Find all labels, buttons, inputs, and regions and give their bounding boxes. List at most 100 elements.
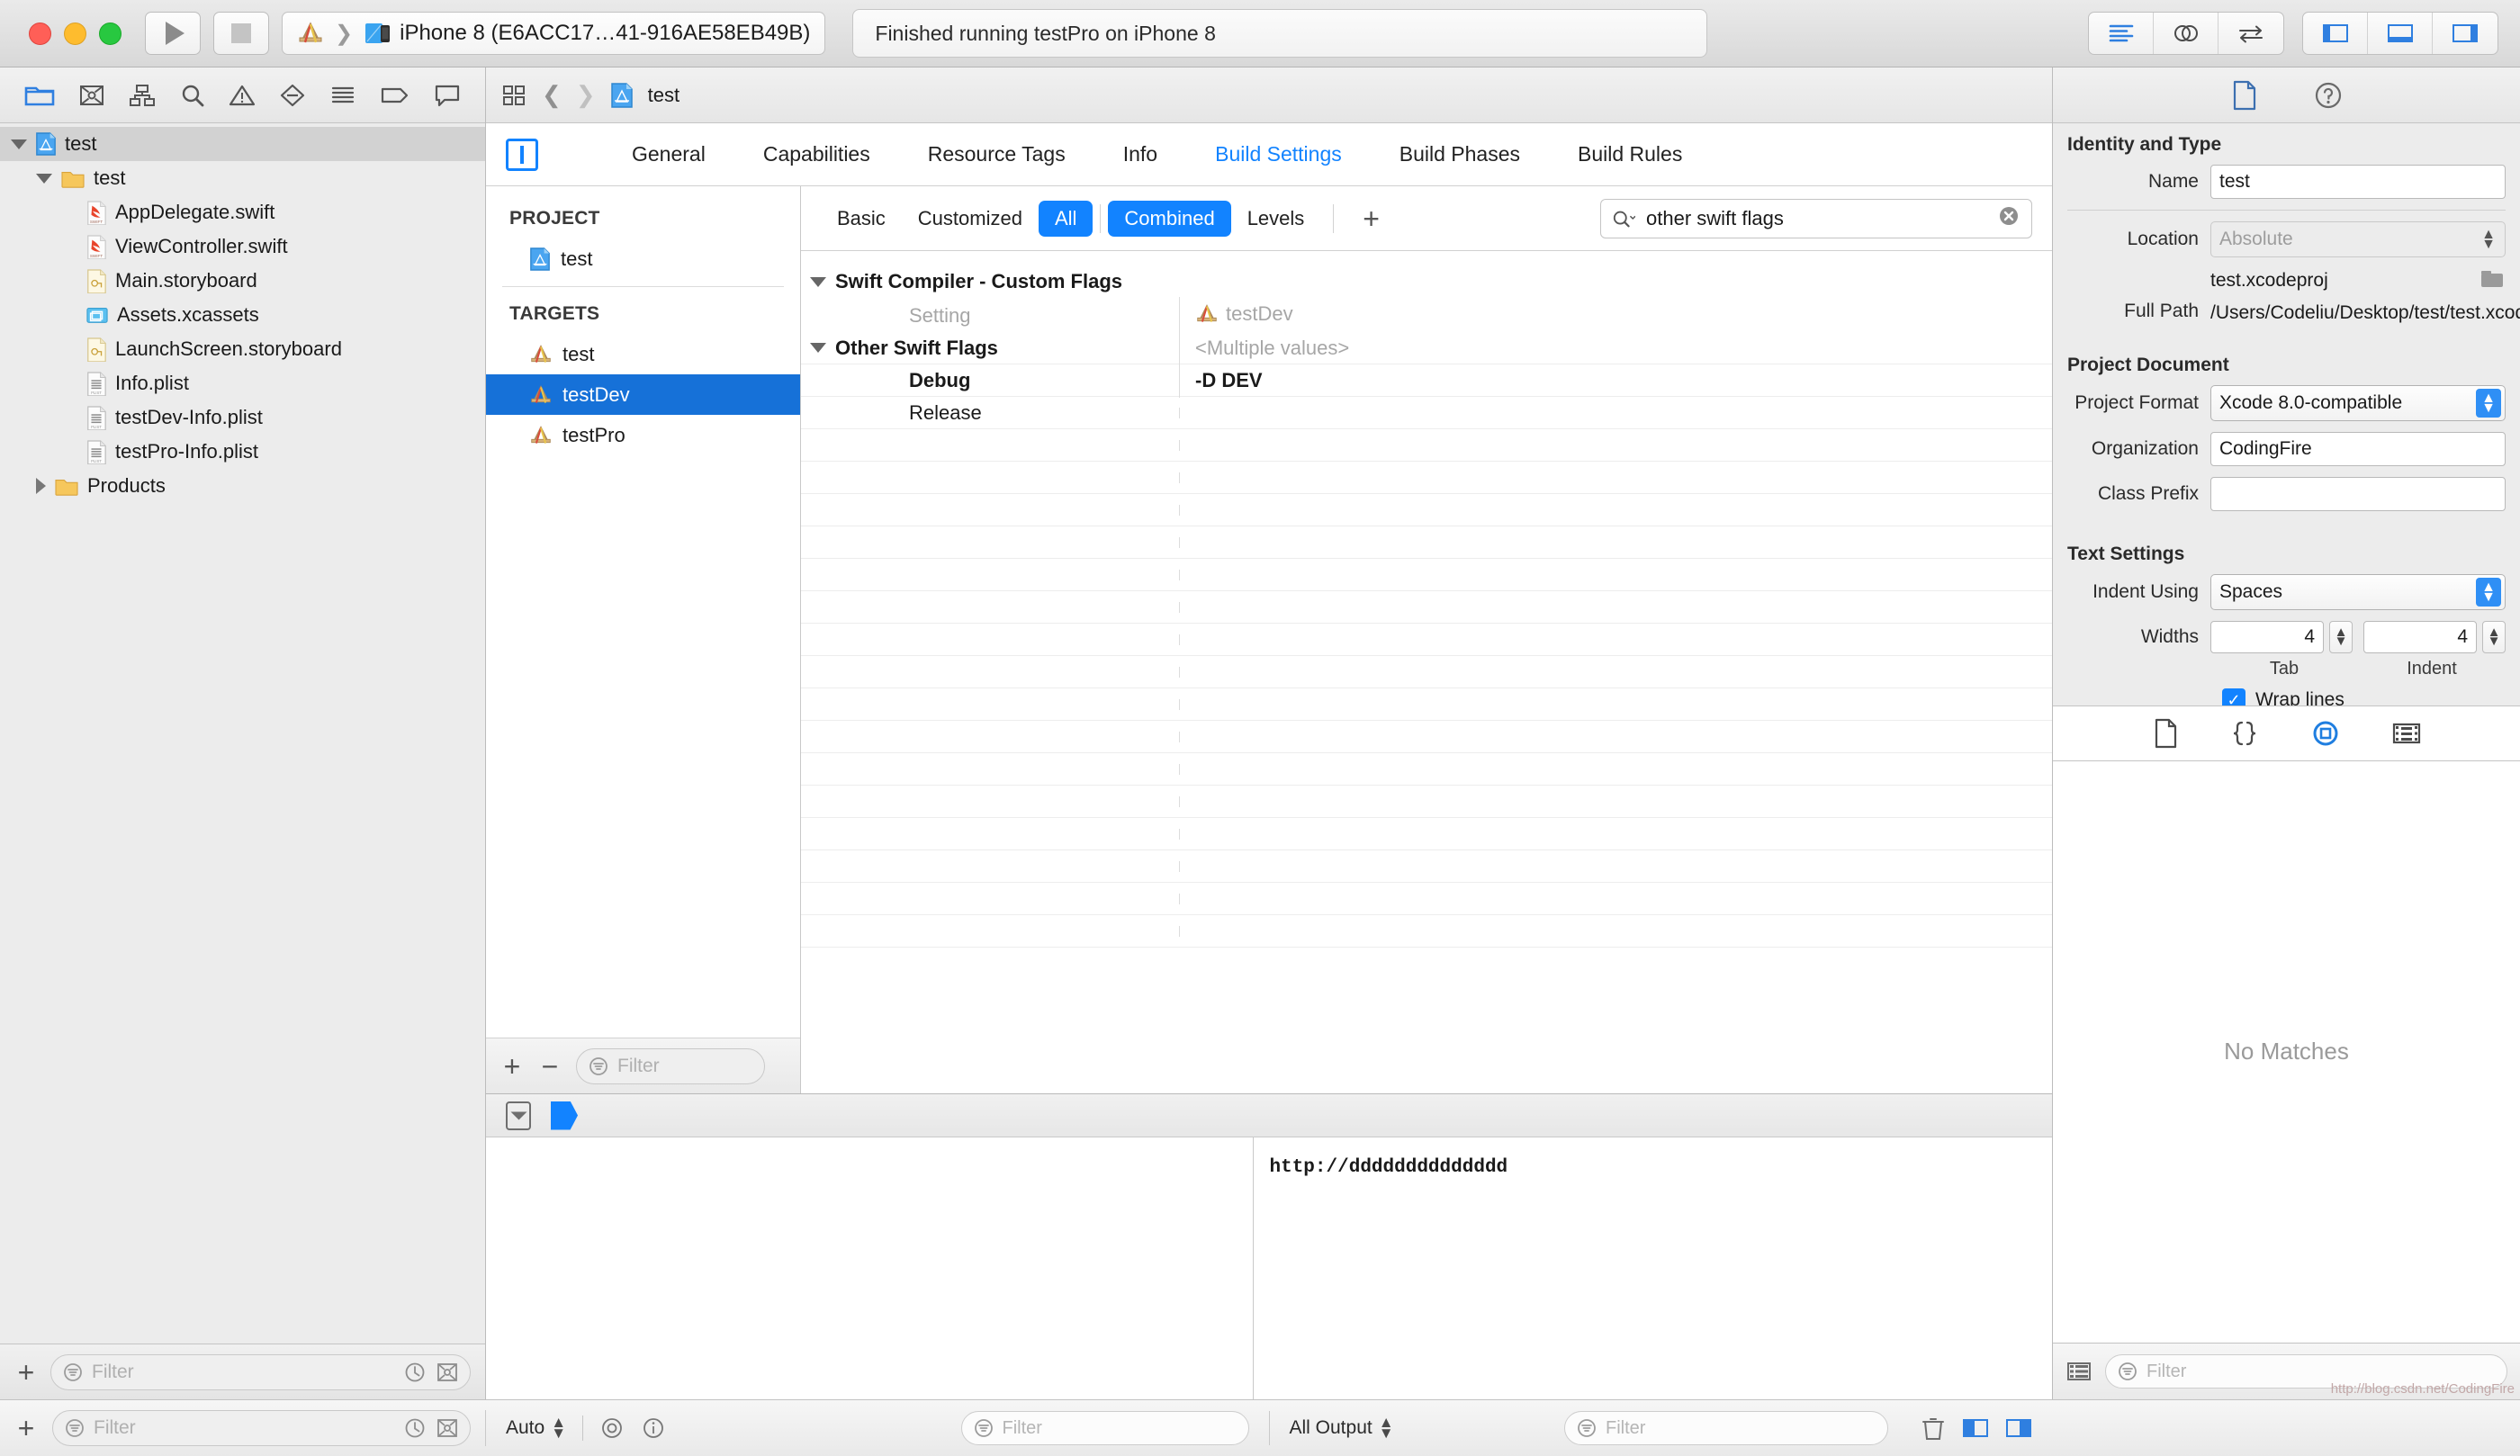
tree-item[interactable]: SWIFT AppDelegate.swift bbox=[0, 195, 485, 229]
build-settings-table[interactable]: Swift Compiler - Custom Flags Setting te… bbox=[801, 251, 2052, 1093]
project-targets-list[interactable]: PROJECT test TARGETS test testDev testPr… bbox=[486, 186, 800, 1038]
debug-icon[interactable] bbox=[329, 83, 356, 108]
clear-icon[interactable] bbox=[1997, 204, 2020, 233]
forward-button[interactable]: ❯ bbox=[576, 81, 596, 109]
console-view[interactable]: http://dddddddddddddd bbox=[1253, 1137, 2052, 1399]
build-settings-filter-levels[interactable]: Levels bbox=[1231, 201, 1321, 237]
add-file-button[interactable]: + bbox=[14, 1358, 38, 1387]
console-filter-field[interactable]: Filter bbox=[1564, 1411, 1888, 1445]
tab-info[interactable]: Info bbox=[1094, 123, 1186, 185]
run-button[interactable] bbox=[145, 12, 201, 55]
name-field[interactable]: test bbox=[2210, 165, 2506, 199]
back-button[interactable]: ❮ bbox=[542, 81, 562, 109]
recent-files-icon[interactable] bbox=[403, 1361, 427, 1384]
hide-debug-area-button[interactable] bbox=[506, 1101, 531, 1130]
tree-item[interactable]: LaunchScreen.storyboard bbox=[0, 332, 485, 366]
disclosure-triangle-icon[interactable] bbox=[810, 343, 826, 353]
recent-files-icon[interactable] bbox=[403, 1416, 427, 1440]
quick-help-icon[interactable] bbox=[2314, 81, 2343, 110]
toggle-project-list-button[interactable] bbox=[506, 138, 538, 171]
organization-field[interactable]: CodingFire bbox=[2210, 432, 2506, 467]
choose-folder-icon[interactable] bbox=[2479, 268, 2506, 292]
disclosure-triangle-icon[interactable] bbox=[36, 173, 52, 184]
tab-build-settings[interactable]: Build Settings bbox=[1186, 123, 1371, 185]
stop-button[interactable] bbox=[213, 12, 269, 55]
project-item-test[interactable]: test bbox=[486, 238, 800, 279]
target-item-testPro[interactable]: testPro bbox=[486, 415, 800, 455]
build-setting-value[interactable]: -D DEV bbox=[1179, 363, 2052, 398]
toggle-inspector-button[interactable] bbox=[2433, 13, 2498, 54]
build-settings-filter-all[interactable]: All bbox=[1038, 200, 1094, 237]
source-control-filter-icon[interactable] bbox=[436, 1416, 459, 1440]
code-snippet-icon[interactable] bbox=[2229, 719, 2260, 748]
disclosure-triangle-icon[interactable] bbox=[36, 478, 46, 494]
tree-item[interactable]: test bbox=[0, 127, 485, 161]
minimize-window-button[interactable] bbox=[64, 22, 86, 45]
variables-view[interactable] bbox=[486, 1137, 1254, 1399]
build-settings-rows[interactable]: Other Swift Flags <Multiple values> Debug -… bbox=[801, 330, 2052, 429]
tree-item[interactable]: PLIST testDev-Info.plist bbox=[0, 400, 485, 435]
project-navigator-tree[interactable]: test test SWIFT AppDelegate.swift SWIFT Vi… bbox=[0, 123, 485, 1344]
disclosure-triangle-icon[interactable] bbox=[810, 276, 826, 287]
source-control-filter-icon[interactable] bbox=[436, 1361, 459, 1384]
build-settings-filter-customized[interactable]: Customized bbox=[902, 201, 1039, 237]
variables-filter-field[interactable]: Filter bbox=[960, 1411, 1249, 1445]
tree-item[interactable]: Products bbox=[0, 469, 485, 503]
file-inspector-icon[interactable] bbox=[2231, 80, 2258, 111]
tree-item[interactable]: PLIST testPro-Info.plist bbox=[0, 435, 485, 469]
file-template-icon[interactable] bbox=[2152, 718, 2179, 749]
report-icon[interactable] bbox=[434, 83, 461, 108]
view-panels-segmented[interactable] bbox=[2302, 12, 2498, 55]
test-icon[interactable] bbox=[279, 83, 306, 108]
close-window-button[interactable] bbox=[29, 22, 51, 45]
tree-item[interactable]: test bbox=[0, 161, 485, 195]
remove-target-button[interactable]: − bbox=[538, 1052, 562, 1081]
tab-build-phases[interactable]: Build Phases bbox=[1371, 123, 1549, 185]
navigator-filter-field[interactable]: Filter bbox=[50, 1353, 471, 1390]
assistant-editor-button[interactable] bbox=[2154, 13, 2218, 54]
tree-item[interactable]: Main.storyboard bbox=[0, 264, 485, 298]
nav-bottom-filter-field[interactable]: Filter bbox=[52, 1410, 471, 1446]
breakpoint-activate-button[interactable] bbox=[551, 1101, 578, 1130]
build-settings-group-header[interactable]: Swift Compiler - Custom Flags bbox=[801, 264, 2052, 300]
media-library-icon[interactable] bbox=[2391, 720, 2422, 747]
variables-scope-popup[interactable]: Auto ▲ ▼ bbox=[506, 1415, 566, 1442]
tab-width-stepper[interactable]: ▲ ▼ bbox=[2329, 621, 2353, 654]
output-scope-popup[interactable]: All Output ▲ ▼ bbox=[1290, 1415, 1394, 1442]
standard-editor-button[interactable] bbox=[2089, 13, 2154, 54]
tree-item[interactable]: PLIST Info.plist bbox=[0, 366, 485, 400]
tab-general[interactable]: General bbox=[603, 123, 734, 185]
jump-bar-title[interactable]: test bbox=[648, 84, 680, 107]
tab-build-rules[interactable]: Build Rules bbox=[1549, 123, 1711, 185]
build-setting-row[interactable]: Release bbox=[801, 397, 2052, 429]
show-variables-view-icon[interactable] bbox=[1962, 1417, 1989, 1439]
add-item-button[interactable]: + bbox=[14, 1414, 38, 1443]
location-popup[interactable]: Absolute ▲ ▼ bbox=[2210, 221, 2506, 257]
toggle-navigator-button[interactable] bbox=[2303, 13, 2368, 54]
indent-width-field[interactable]: 4 bbox=[2363, 621, 2477, 654]
add-build-setting-button[interactable]: + bbox=[1346, 204, 1396, 233]
trash-icon[interactable] bbox=[1921, 1415, 1946, 1442]
zoom-window-button[interactable] bbox=[99, 22, 122, 45]
tree-item[interactable]: SWIFT ViewController.swift bbox=[0, 229, 485, 264]
tab-resource-tags[interactable]: Resource Tags bbox=[899, 123, 1094, 185]
build-setting-value[interactable]: <Multiple values> bbox=[1179, 330, 2052, 365]
search-icon[interactable] bbox=[179, 83, 206, 108]
breakpoint-icon[interactable] bbox=[380, 83, 410, 108]
editor-mode-segmented[interactable] bbox=[2088, 12, 2284, 55]
add-target-button[interactable]: + bbox=[500, 1052, 524, 1081]
build-setting-row[interactable]: Other Swift Flags <Multiple values> bbox=[801, 330, 2052, 365]
version-editor-button[interactable] bbox=[2218, 13, 2283, 54]
library-list-icon[interactable] bbox=[2066, 1360, 2092, 1383]
warning-icon[interactable] bbox=[229, 83, 256, 108]
object-library-icon[interactable] bbox=[2310, 718, 2341, 749]
build-settings-search-field[interactable]: other swift flags bbox=[1600, 198, 2032, 238]
source-control-icon[interactable] bbox=[78, 83, 105, 108]
target-item-test[interactable]: test bbox=[486, 334, 800, 374]
watch-variables-icon[interactable] bbox=[599, 1416, 625, 1441]
project-format-popup[interactable]: Xcode 8.0-compatible ▲ ▼ bbox=[2210, 385, 2506, 422]
indent-using-popup[interactable]: Spaces ▲ ▼ bbox=[2210, 574, 2506, 611]
disclosure-triangle-icon[interactable] bbox=[11, 139, 27, 149]
scheme-selector[interactable]: ❯ iPhone 8 (E6ACC17…41-916AE58EB49B) bbox=[282, 12, 826, 55]
target-item-testDev[interactable]: testDev bbox=[486, 374, 800, 415]
